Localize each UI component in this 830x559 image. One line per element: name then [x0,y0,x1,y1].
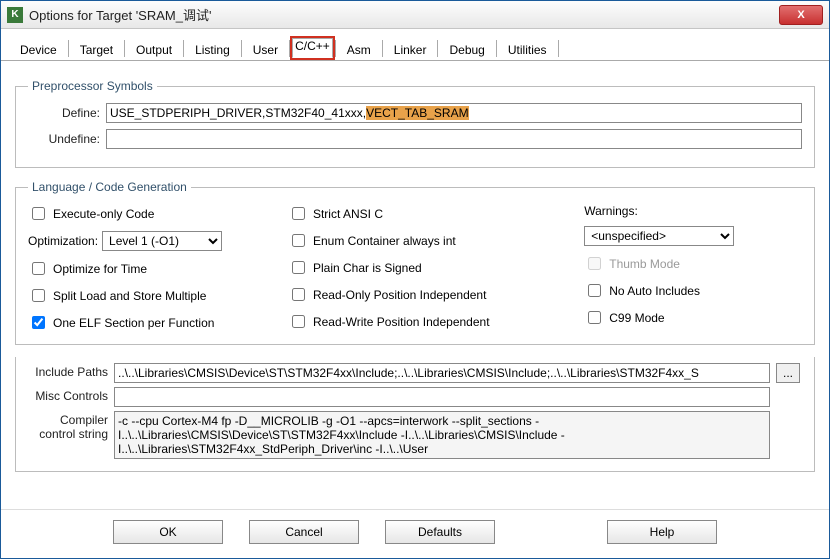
c99-mode-checkbox[interactable]: C99 Mode [584,308,802,327]
tab-output[interactable]: Output [127,38,181,61]
tab-user[interactable]: User [244,38,287,61]
execute-only-checkbox[interactable]: Execute-only Code [28,204,270,223]
help-button[interactable]: Help [607,520,717,544]
compiler-string-display: -c --cpu Cortex-M4 fp -D__MICROLIB -g -O… [114,411,770,459]
define-input[interactable]: USE_STDPERIPH_DRIVER,STM32F40_41xxx,VECT… [106,103,802,123]
optimize-time-checkbox[interactable]: Optimize for Time [28,259,270,278]
define-value-plain: USE_STDPERIPH_DRIVER,STM32F40_41xxx, [110,106,366,120]
dialog-footer: OK Cancel Defaults Help [1,509,829,558]
tab-listing[interactable]: Listing [186,38,239,61]
undefine-label: Undefine: [28,132,106,146]
ok-button[interactable]: OK [113,520,223,544]
tab-content: Preprocessor Symbols Define: USE_STDPERI… [1,61,829,509]
define-label: Define: [28,106,106,120]
tab-strip: Device Target Output Listing User C/C++ … [1,29,829,61]
no-auto-includes-checkbox[interactable]: No Auto Includes [584,281,802,300]
compiler-string-label: Compiler control string [28,411,108,441]
include-paths-browse-button[interactable]: ... [776,363,800,383]
tab-asm[interactable]: Asm [338,38,380,61]
tab-device[interactable]: Device [11,38,66,61]
undefine-input[interactable] [106,129,802,149]
rw-pi-checkbox[interactable]: Read-Write Position Independent [288,312,566,331]
app-icon: K [7,7,23,23]
define-value-highlight: VECT_TAB_SRAM [366,106,468,120]
tab-debug[interactable]: Debug [440,38,493,61]
plain-char-checkbox[interactable]: Plain Char is Signed [288,258,566,277]
ro-pi-checkbox[interactable]: Read-Only Position Independent [288,285,566,304]
strict-ansi-checkbox[interactable]: Strict ANSI C [288,204,566,223]
optimization-select[interactable]: Level 1 (-O1) [102,231,222,251]
preprocessor-legend: Preprocessor Symbols [28,79,157,93]
thumb-mode-checkbox: Thumb Mode [584,254,802,273]
split-load-checkbox[interactable]: Split Load and Store Multiple [28,286,270,305]
preprocessor-group: Preprocessor Symbols Define: USE_STDPERI… [15,79,815,168]
tab-target[interactable]: Target [71,38,122,61]
optimization-label: Optimization: [28,234,98,248]
tab-utilities[interactable]: Utilities [499,38,556,61]
warnings-label: Warnings: [584,204,802,218]
tab-ccpp[interactable]: C/C++ [292,38,333,58]
tab-linker[interactable]: Linker [385,38,436,61]
codegen-group: Language / Code Generation Execute-only … [15,180,815,345]
defaults-button[interactable]: Defaults [385,520,495,544]
close-button[interactable]: X [779,5,823,25]
misc-controls-label: Misc Controls [28,387,108,403]
one-elf-checkbox[interactable]: One ELF Section per Function [28,313,270,332]
enum-container-checkbox[interactable]: Enum Container always int [288,231,566,250]
paths-group: Include Paths ... Misc Controls Compiler… [15,357,815,472]
window-title: Options for Target 'SRAM_调试' [29,5,779,24]
titlebar: K Options for Target 'SRAM_调试' X [1,1,829,29]
include-paths-label: Include Paths [28,363,108,379]
misc-controls-input[interactable] [114,387,770,407]
include-paths-input[interactable] [114,363,770,383]
cancel-button[interactable]: Cancel [249,520,359,544]
warnings-select[interactable]: <unspecified> [584,226,734,246]
codegen-legend: Language / Code Generation [28,180,191,194]
